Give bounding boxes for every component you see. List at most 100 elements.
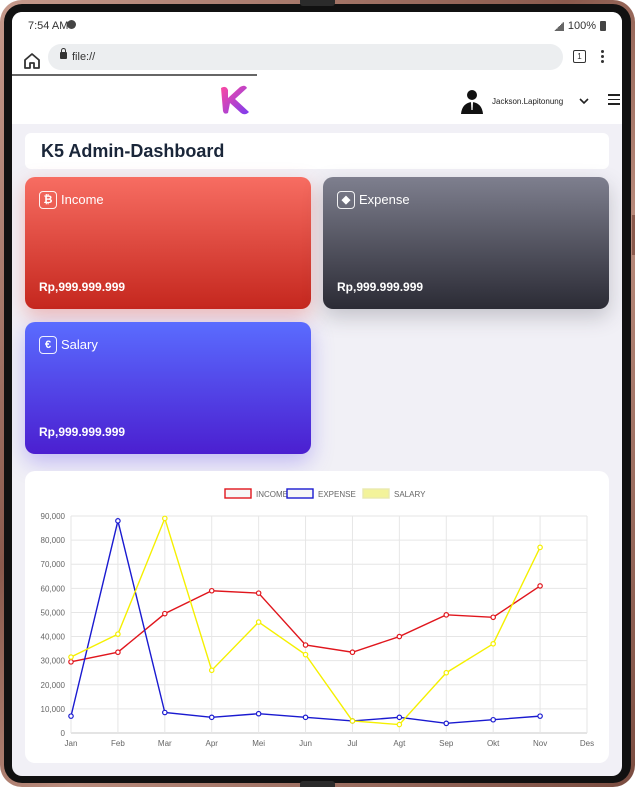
salary-point — [302, 651, 309, 658]
x-tick-label: Mei — [252, 739, 265, 748]
salary-point — [208, 667, 215, 674]
y-tick-label: 20,000 — [41, 681, 66, 690]
x-tick-label: Okt — [487, 739, 500, 748]
income-point — [208, 587, 215, 594]
salary-point — [68, 654, 74, 660]
x-tick-label: Jul — [347, 739, 357, 748]
notification-icon — [67, 20, 76, 29]
y-tick-label: 50,000 — [41, 608, 66, 617]
y-tick-label: 10,000 — [41, 705, 66, 714]
legend-label-income: INCOME — [256, 490, 288, 499]
legend-swatch-expense — [286, 488, 314, 499]
legend-swatch-salary — [362, 488, 390, 499]
user-menu[interactable]: Jackson.Lapitonung — [460, 88, 589, 114]
income-point — [302, 642, 309, 648]
salary-point — [162, 515, 168, 522]
url-text: file:// — [72, 51, 96, 63]
expense-point — [68, 713, 74, 719]
x-tick-label: Jan — [65, 739, 78, 748]
expense-point — [255, 710, 262, 717]
chart-panel: 0 10,000 20,000 30,000 40,000 50,000 60,000 70,… — [25, 471, 609, 763]
salary-point — [490, 640, 496, 647]
y-tick-label: 40,000 — [41, 633, 66, 642]
signal-icon — [553, 21, 564, 31]
salary-point — [255, 619, 262, 625]
income-point — [68, 659, 74, 665]
device-hinge-bottom — [300, 781, 335, 787]
bitcoin-icon: ₿ — [39, 191, 57, 209]
y-tick-label: 80,000 — [41, 536, 66, 545]
income-point — [490, 614, 496, 621]
x-tick-label: Agt — [393, 739, 406, 748]
avatar-icon — [461, 90, 483, 114]
income-card[interactable]: ₿ Income Rp,999.999.999 — [25, 177, 311, 309]
y-tick-label: 0 — [61, 729, 66, 738]
browser-menu-icon[interactable] — [601, 50, 605, 64]
income-point — [537, 583, 543, 589]
hamburger-menu-icon[interactable] — [608, 94, 620, 108]
x-tick-label: Jun — [299, 739, 312, 748]
y-tick-label: 70,000 — [41, 560, 66, 569]
legend-label-expense: EXPENSE — [318, 490, 356, 499]
home-icon[interactable] — [22, 51, 42, 71]
tab-switcher-button[interactable]: 1 — [573, 50, 586, 63]
title-panel: K5 Admin-Dashboard — [25, 133, 609, 169]
k5-logo[interactable] — [218, 84, 252, 116]
status-time: 7:54 AM — [28, 20, 69, 32]
lock-icon — [60, 48, 67, 59]
x-tick-label: Nov — [533, 739, 547, 748]
income-point — [162, 610, 168, 617]
euro-icon: € — [39, 336, 57, 354]
card-value: Rp,999.999.999 — [39, 280, 126, 294]
income-point — [396, 633, 403, 640]
card-label: Salary — [61, 337, 98, 352]
line-chart: 0 10,000 20,000 30,000 40,000 50,000 60,000 70,… — [41, 488, 594, 748]
battery-percent: 100% — [567, 20, 596, 32]
x-tick-label: Mar — [158, 739, 172, 748]
legend-label-salary: SALARY — [394, 490, 426, 499]
card-label: Income — [61, 192, 104, 207]
salary-card[interactable]: € Salary Rp,999.999.999 — [25, 322, 311, 454]
x-tick-label: Sep — [439, 739, 454, 748]
expense-point — [537, 713, 543, 719]
username: Jackson.Lapitonung — [492, 96, 564, 106]
expense-card[interactable]: ◆ Expense Rp,999.999.999 — [323, 177, 609, 309]
income-point — [349, 649, 356, 656]
expense-point — [115, 518, 121, 524]
device-hinge-top — [300, 0, 335, 6]
page-load-progress — [12, 74, 257, 76]
salary-point — [115, 631, 121, 637]
page-title: K5 Admin-Dashboard — [41, 141, 225, 161]
screen: 7:54 AM 100% file:// 1 Jackson.Lapitonun… — [12, 12, 622, 776]
chevron-down-icon[interactable] — [579, 97, 589, 105]
card-label: Expense — [359, 192, 410, 207]
battery-icon — [600, 21, 606, 31]
legend-swatch-income — [224, 488, 252, 499]
salary-point — [443, 669, 450, 676]
salary-point — [537, 544, 543, 551]
card-value: Rp,999.999.999 — [337, 280, 424, 294]
card-value: Rp,999.999.999 — [39, 425, 126, 439]
income-point — [443, 612, 450, 618]
expense-point — [443, 720, 450, 727]
x-tick-label: Feb — [111, 739, 125, 748]
address-bar[interactable]: file:// — [48, 44, 563, 70]
status-right: 100% — [553, 20, 606, 32]
x-tick-label: Apr — [206, 739, 219, 748]
salary-point — [349, 718, 356, 724]
x-tick-label: Des — [580, 739, 594, 748]
expense-point — [208, 714, 215, 721]
ethereum-icon: ◆ — [337, 191, 355, 209]
status-bar: 7:54 AM 100% — [12, 12, 622, 40]
income-point — [255, 590, 262, 596]
app-header: Jackson.Lapitonung — [12, 78, 622, 124]
expense-point — [396, 714, 403, 721]
expense-point — [162, 709, 168, 716]
income-point — [115, 649, 121, 656]
expense-point — [490, 716, 496, 723]
y-tick-label: 60,000 — [41, 584, 66, 593]
y-tick-label: 30,000 — [41, 657, 66, 666]
expense-point — [302, 714, 309, 721]
salary-point — [396, 721, 403, 728]
y-tick-label: 90,000 — [41, 512, 66, 521]
